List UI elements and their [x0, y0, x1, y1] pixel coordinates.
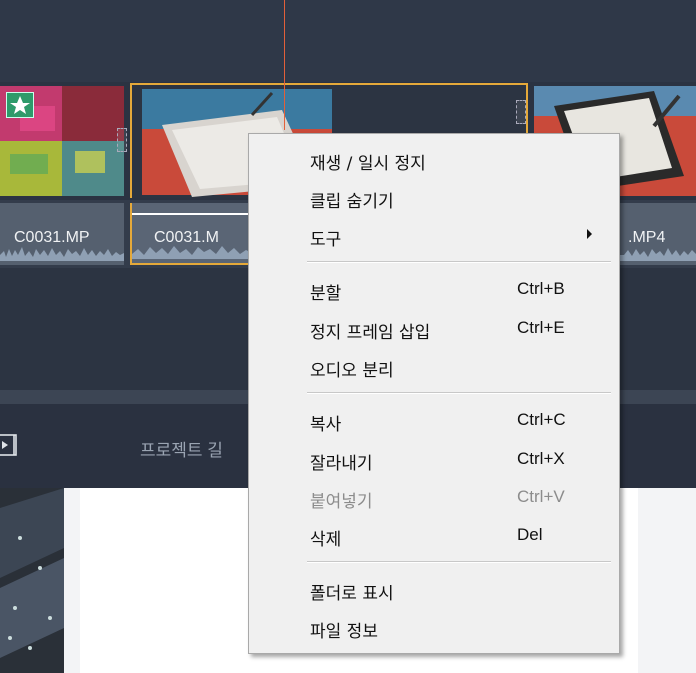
timeline-ruler-area[interactable] [0, 0, 696, 82]
audio-waveform [0, 247, 124, 261]
menu-item-label: 복사 [310, 415, 342, 435]
menu-item-shortcut: Ctrl+E [517, 318, 565, 337]
volume-line[interactable] [132, 213, 252, 215]
menu-separator [307, 561, 611, 563]
menu-item-label: 클립 숨기기 [310, 192, 394, 212]
menu-item-label: 도구 [310, 230, 342, 250]
menu-item-shortcut: Ctrl+B [517, 279, 565, 298]
storyboard-icon[interactable] [0, 434, 18, 456]
menu-item-freeze-frame[interactable]: 정지 프레임 삽입 Ctrl+E [249, 311, 619, 345]
menu-item-tools[interactable]: 도구 [249, 218, 619, 252]
menu-item-shortcut: Del [517, 525, 543, 544]
menu-item-shortcut: Ctrl+C [517, 410, 566, 429]
transition-handle[interactable] [117, 128, 127, 152]
menu-separator [307, 392, 611, 394]
menu-item-label: 파일 정보 [310, 622, 378, 642]
favorite-badge [6, 92, 34, 118]
transition-handle[interactable] [516, 100, 526, 124]
panel-gap [64, 488, 80, 673]
menu-item-show-in-folder[interactable]: 폴더로 표시 [249, 572, 619, 606]
menu-item-split[interactable]: 분할 Ctrl+B [249, 272, 619, 306]
clip-audio-1[interactable]: C0031.MP [0, 203, 124, 265]
menu-item-play-pause[interactable]: 재생 / 일시 정지 [249, 142, 619, 176]
menu-item-label: 오디오 분리 [310, 361, 394, 381]
menu-item-label: 재생 / 일시 정지 [310, 154, 426, 174]
playhead[interactable] [284, 0, 285, 130]
menu-item-label: 잘라내기 [310, 454, 373, 474]
menu-item-copy[interactable]: 복사 Ctrl+C [249, 403, 619, 437]
menu-item-shortcut: Ctrl+V [517, 487, 565, 506]
panel-margin [638, 488, 696, 673]
menu-item-label: 폴더로 표시 [310, 584, 394, 604]
menu-item-paste[interactable]: 붙여넣기 Ctrl+V [249, 480, 619, 514]
preview-image [0, 488, 64, 673]
menu-item-hide-clip[interactable]: 클립 숨기기 [249, 180, 619, 214]
preview-thumbnail [0, 488, 64, 673]
menu-item-label: 분할 [310, 284, 342, 304]
menu-item-label: 붙여넣기 [310, 492, 373, 512]
menu-item-cut[interactable]: 잘라내기 Ctrl+X [249, 442, 619, 476]
menu-separator [307, 261, 611, 263]
menu-item-file-info[interactable]: 파일 정보 [249, 610, 619, 644]
star-icon [10, 96, 30, 114]
project-length-label: 프로젝트 길 [140, 441, 223, 460]
menu-item-shortcut: Ctrl+X [517, 449, 565, 468]
menu-item-label: 삭제 [310, 530, 342, 550]
menu-item-label: 정지 프레임 삽입 [310, 323, 431, 343]
submenu-arrow-icon [587, 229, 592, 239]
context-menu: 재생 / 일시 정지 클립 숨기기 도구 분할 Ctrl+B 정지 프레임 삽입… [248, 133, 620, 654]
clip-thumbnail-1[interactable] [0, 86, 124, 196]
menu-item-delete[interactable]: 삭제 Del [249, 518, 619, 552]
menu-item-detach-audio[interactable]: 오디오 분리 [249, 349, 619, 383]
